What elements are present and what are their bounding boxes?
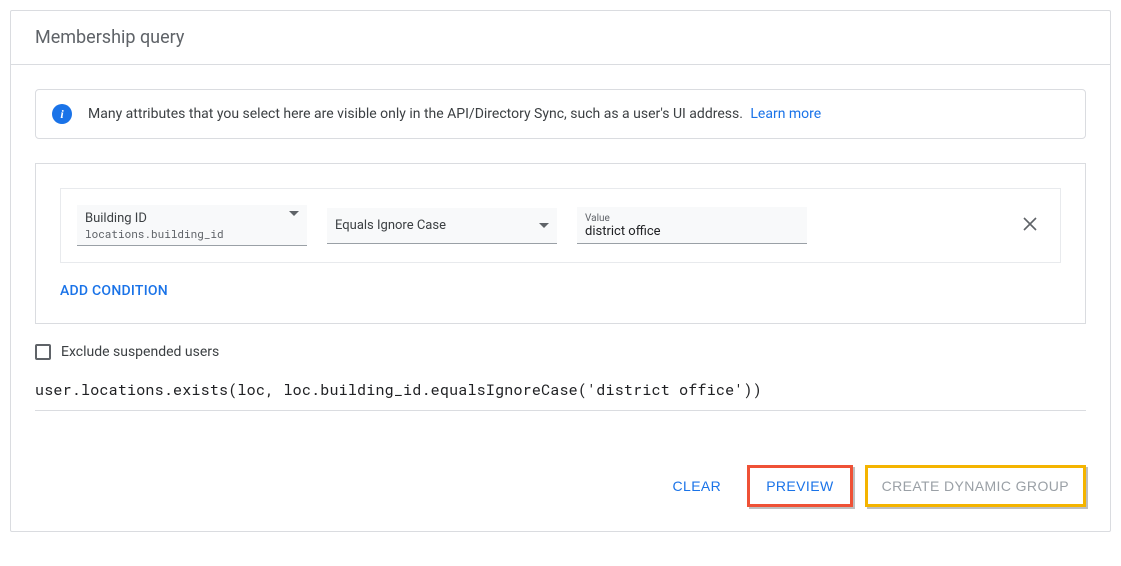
exclude-suspended-row[interactable]: Exclude suspended users (35, 344, 1086, 360)
learn-more-link[interactable]: Learn more (750, 106, 821, 122)
preview-button[interactable]: PREVIEW (747, 465, 852, 507)
create-dynamic-group-button[interactable]: CREATE DYNAMIC GROUP (865, 465, 1086, 507)
clear-button[interactable]: CLEAR (659, 470, 736, 502)
attribute-select[interactable]: Building ID locations.building_id (77, 205, 307, 246)
operator-select[interactable]: Equals Ignore Case (327, 208, 557, 244)
remove-condition-button[interactable] (1016, 210, 1044, 241)
query-expression: user.locations.exists(loc, loc.building_… (35, 380, 1086, 411)
value-input[interactable]: Value district office (577, 207, 807, 244)
condition-row: Building ID locations.building_id Equals… (60, 188, 1061, 263)
info-icon: i (52, 104, 72, 124)
conditions-panel: Building ID locations.building_id Equals… (35, 163, 1086, 324)
info-text: Many attributes that you select here are… (88, 106, 743, 122)
exclude-suspended-label: Exclude suspended users (61, 344, 219, 360)
card-body: i Many attributes that you select here a… (11, 65, 1110, 531)
add-condition-button[interactable]: ADD CONDITION (60, 283, 1061, 299)
membership-query-card: Membership query i Many attributes that … (10, 10, 1111, 532)
chevron-down-icon (289, 211, 299, 216)
close-icon (1022, 216, 1038, 232)
operator-label: Equals Ignore Case (335, 218, 446, 233)
action-bar: CLEAR PREVIEW CREATE DYNAMIC GROUP (35, 465, 1086, 507)
chevron-down-icon (539, 223, 549, 228)
value-text: district office (585, 224, 799, 239)
card-title: Membership query (11, 11, 1110, 65)
value-field-label: Value (585, 213, 799, 224)
attribute-path: locations.building_id (85, 226, 224, 241)
info-banner: i Many attributes that you select here a… (35, 89, 1086, 139)
attribute-label: Building ID (85, 211, 224, 226)
exclude-suspended-checkbox[interactable] (35, 344, 51, 360)
